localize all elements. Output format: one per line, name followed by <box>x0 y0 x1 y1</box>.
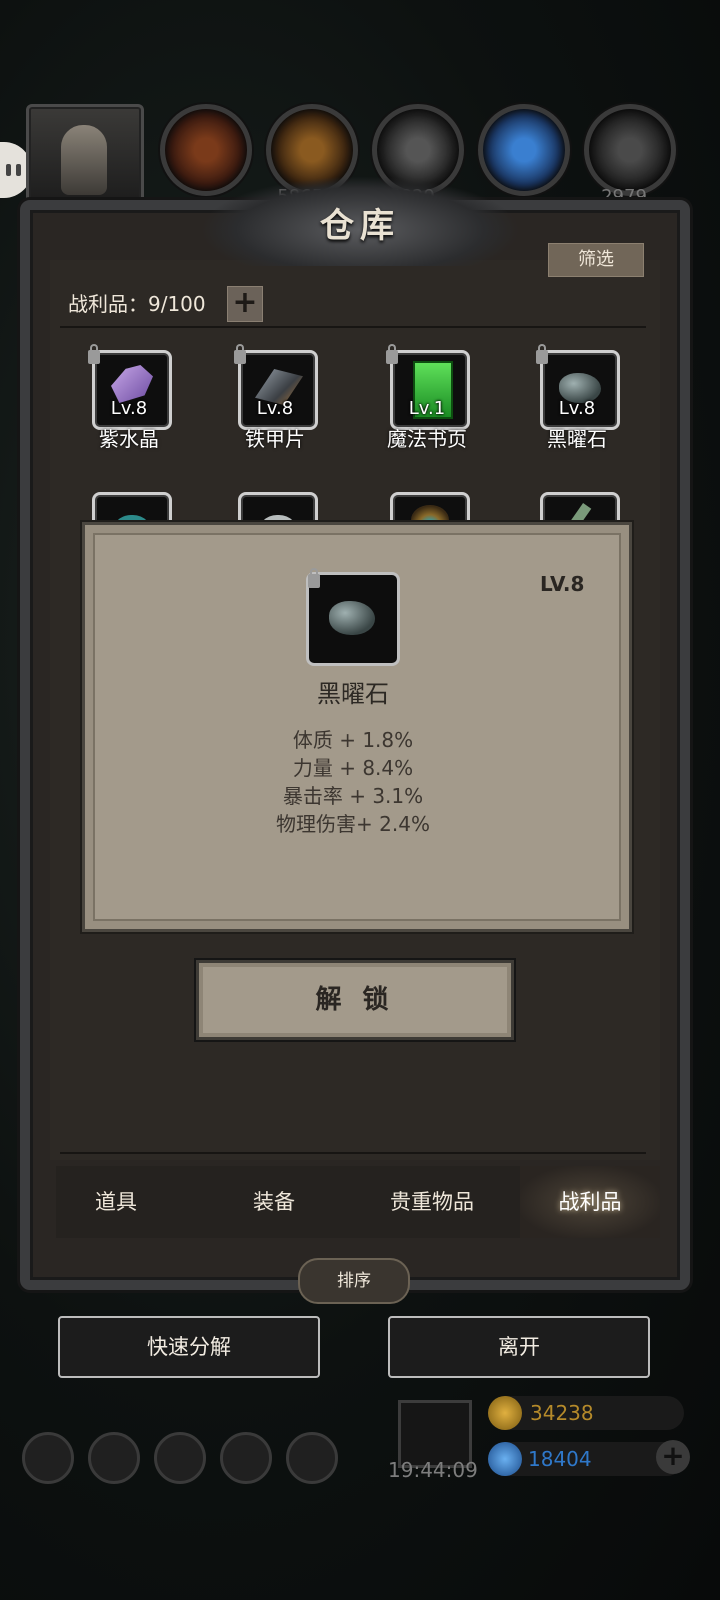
item-level: Lv.8 <box>558 398 596 419</box>
quick-decompose-button[interactable]: 快速分解 <box>58 1316 320 1378</box>
tab-valuables[interactable]: 贵重物品 <box>362 1186 502 1216</box>
gold-amount: 34238 <box>530 1401 594 1425</box>
tooltip-stat: 暴击率 + 3.1% <box>282 784 424 808</box>
tab-loot[interactable]: 战利品 <box>520 1186 660 1216</box>
gold-coin-icon <box>488 1396 522 1430</box>
leave-button[interactable]: 离开 <box>388 1316 650 1378</box>
filter-button[interactable]: 筛选 <box>548 243 644 277</box>
clock-text: 19:44:09 <box>388 1458 478 1482</box>
item-level: Lv.8 <box>110 398 148 419</box>
lock-icon <box>234 344 246 364</box>
menu-star-icon[interactable] <box>88 1432 140 1484</box>
gem-icon <box>488 1442 522 1476</box>
obsidian-icon <box>329 601 375 635</box>
gem-amount: 18404 <box>528 1447 592 1471</box>
iron-resource-icon[interactable] <box>584 104 676 196</box>
capacity-label: 战利品：9/100 <box>68 292 206 316</box>
tab-props[interactable]: 道具 <box>46 1186 186 1216</box>
divider <box>60 1152 646 1154</box>
tab-equipment[interactable]: 装备 <box>204 1186 344 1216</box>
add-gems-button[interactable]: + <box>656 1440 690 1474</box>
item-name: 铁甲片 <box>245 427 305 451</box>
menu-gear-icon[interactable] <box>22 1432 74 1484</box>
divider <box>60 326 646 328</box>
lock-icon <box>536 344 548 364</box>
lock-icon <box>308 568 320 588</box>
tooltip-item-name: 黑曜石 <box>317 680 389 708</box>
tooltip-item-slot <box>306 572 400 666</box>
menu-mail-icon[interactable] <box>220 1432 272 1484</box>
tooltip-level: LV.8 <box>540 572 585 596</box>
menu-guild-icon[interactable] <box>154 1432 206 1484</box>
item-name: 紫水晶 <box>99 427 159 451</box>
item-level: Lv.8 <box>256 398 294 419</box>
sort-button[interactable]: 排序 <box>298 1258 410 1304</box>
menu-shop-icon[interactable] <box>286 1432 338 1484</box>
lock-icon <box>386 344 398 364</box>
item-name: 魔法书页 <box>387 427 467 451</box>
expand-capacity-button[interactable]: + <box>227 286 263 322</box>
hero-face-icon <box>61 125 107 195</box>
panel-title: 仓库 <box>320 206 400 246</box>
tooltip-stat: 力量 + 8.4% <box>292 756 414 780</box>
tooltip-stat: 物理伤害+ 2.4% <box>276 812 430 836</box>
item-name: 黑曜石 <box>547 427 607 451</box>
lock-icon <box>88 344 100 364</box>
item-level: Lv.1 <box>408 398 446 419</box>
unlock-button[interactable]: 解 锁 <box>196 960 514 1040</box>
tooltip-stat: 体质 + 1.8% <box>292 728 414 752</box>
